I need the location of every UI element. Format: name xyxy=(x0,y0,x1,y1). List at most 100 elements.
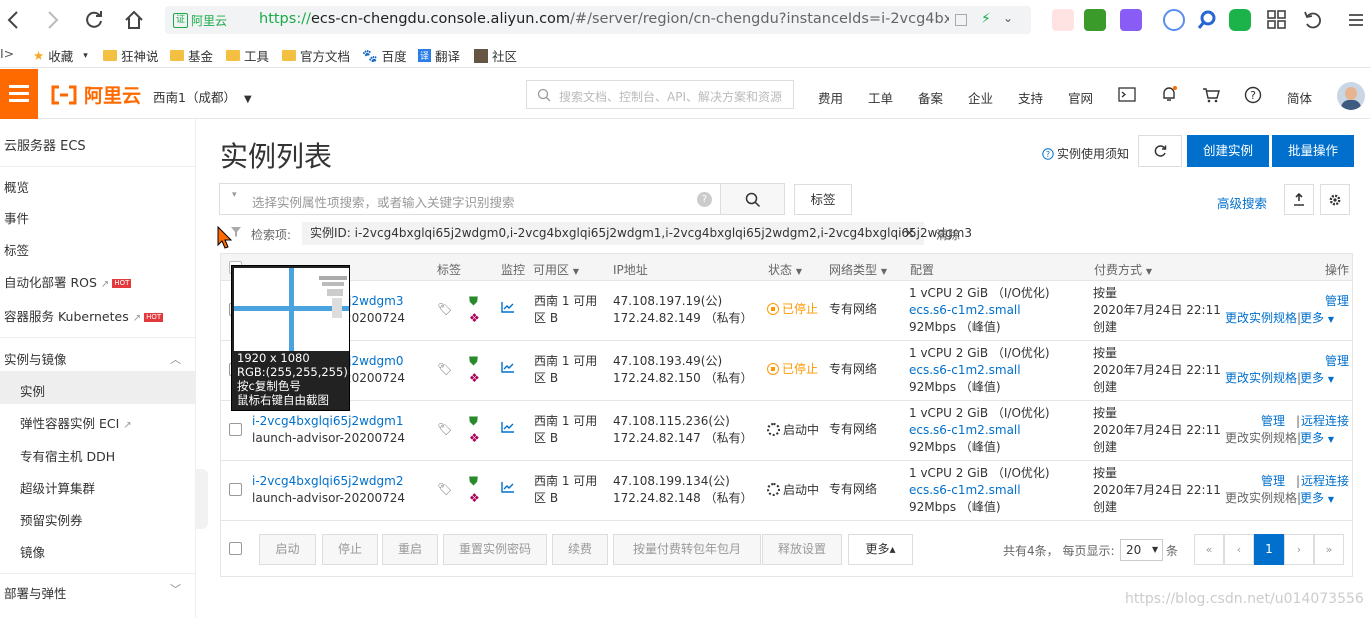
tag-icon[interactable]: 🏷 xyxy=(437,301,452,318)
sidebar-item-instances[interactable]: 实例 xyxy=(20,381,45,400)
more-actions-dropdown[interactable]: 更多 ▼ xyxy=(1300,430,1334,448)
bookmark-baidu[interactable]: 🐾 百度 xyxy=(362,46,407,65)
bookmark-folder-1[interactable]: 狂神说 xyxy=(103,46,159,65)
chevron-down-icon[interactable]: ⌄ xyxy=(1003,11,1013,25)
more-actions-dropdown[interactable]: 更多 ▼ xyxy=(1300,310,1334,328)
manage-link[interactable]: 管理 xyxy=(1261,413,1285,430)
page-size-select[interactable]: 20 ▼ xyxy=(1120,539,1163,561)
row-checkbox[interactable] xyxy=(229,423,242,436)
terminal-icon[interactable] xyxy=(1118,87,1136,102)
instance-type-link[interactable]: ecs.s6-c1m2.small xyxy=(909,302,1021,319)
shield-icon[interactable]: ⛊ xyxy=(469,413,478,430)
notification-bell-icon[interactable] xyxy=(1160,85,1178,103)
instance-type-link[interactable]: ecs.s6-c1m2.small xyxy=(909,422,1021,439)
manage-link[interactable]: 管理 xyxy=(1325,353,1349,370)
nav-icp[interactable]: 备案 xyxy=(918,88,943,107)
instance-id-link[interactable]: i-2vcg4bxglqi65j2wdgm2 xyxy=(252,473,403,490)
change-spec-link[interactable]: 更改实例规格 xyxy=(1225,310,1297,327)
sidebar-item-tags[interactable]: 标签 xyxy=(4,240,29,259)
menu-icon[interactable] xyxy=(1345,9,1367,31)
sidebar-group-deployment[interactable]: 部署与弹性 xyxy=(4,583,67,602)
batch-actions-button[interactable]: 批量操作 xyxy=(1272,135,1354,167)
nav-website[interactable]: 官网 xyxy=(1068,88,1093,107)
sidebar-item-ros[interactable]: 自动化部署 ROS ↗ HOT xyxy=(4,272,132,291)
site-certificate[interactable]: 证 阿里云 xyxy=(173,12,227,28)
sidebar-item-eci[interactable]: 弹性容器实例 ECI ↗ xyxy=(20,413,132,432)
advanced-search-link[interactable]: 高级搜索 xyxy=(1217,193,1267,212)
lightning-icon[interactable]: ⚡ xyxy=(981,11,991,27)
extension-v-icon[interactable] xyxy=(1084,9,1106,31)
close-icon[interactable]: × xyxy=(904,222,915,245)
column-header-status[interactable]: 状态 ▼ xyxy=(768,261,802,278)
row-checkbox[interactable] xyxy=(229,483,242,496)
more-actions-dropdown[interactable]: 更多 ▼ xyxy=(1300,370,1334,388)
release-settings-button[interactable]: 释放设置 xyxy=(762,534,842,565)
url-text[interactable]: https://ecs-cn-chengdu.console.aliyun.co… xyxy=(259,11,949,27)
manage-link[interactable]: 管理 xyxy=(1325,293,1349,310)
shield-icon[interactable]: ⛊ xyxy=(469,473,478,490)
nav-tickets[interactable]: 工单 xyxy=(868,88,893,107)
convert-billing-button[interactable]: 按量付费转包年包月 xyxy=(613,534,761,565)
plugin-icon[interactable]: ❖ xyxy=(469,370,480,387)
change-spec-link[interactable]: 更改实例规格 xyxy=(1225,370,1297,387)
back-icon[interactable] xyxy=(2,8,26,32)
next-page-button[interactable]: › xyxy=(1284,534,1314,565)
global-search-input[interactable]: 搜索文档、控制台、API、解决方案和资源 xyxy=(526,80,794,109)
filter-help-icon[interactable]: ? xyxy=(697,192,712,207)
instance-type-link[interactable]: ecs.s6-c1m2.small xyxy=(909,362,1021,379)
sidebar-item-ddh[interactable]: 专有宿主机 DDH xyxy=(20,446,115,465)
tag-icon[interactable]: 🏷 xyxy=(437,361,452,378)
change-spec-link[interactable]: 更改实例规格 xyxy=(1225,430,1297,447)
region-selector[interactable]: 西南1（成都） ▼ xyxy=(153,87,252,106)
nav-language[interactable]: 简体 xyxy=(1287,88,1312,107)
bookmark-folder-3[interactable]: 工具 xyxy=(226,46,269,65)
bookmarks-toggle-icon[interactable]: I> xyxy=(0,46,14,61)
bookmark-community[interactable]: 社区 xyxy=(474,46,517,65)
sidebar-item-events[interactable]: 事件 xyxy=(4,208,29,227)
home-icon[interactable] xyxy=(122,8,146,32)
manage-link[interactable]: 管理 xyxy=(1261,473,1285,490)
start-button[interactable]: 启动 xyxy=(259,534,316,565)
plugin-icon[interactable]: ❖ xyxy=(469,310,480,327)
help-icon[interactable]: ? xyxy=(1244,86,1262,104)
stop-button[interactable]: 停止 xyxy=(322,534,378,565)
sidebar-collapse-handle[interactable] xyxy=(196,469,208,529)
remote-connect-link[interactable]: 远程连接 xyxy=(1301,473,1349,490)
apps-grid-icon[interactable] xyxy=(1266,9,1288,31)
refresh-button[interactable] xyxy=(1138,135,1182,167)
sidebar-item-overview[interactable]: 概览 xyxy=(4,177,29,196)
forward-icon[interactable] xyxy=(40,8,64,32)
plugin-icon[interactable]: ❖ xyxy=(469,430,480,447)
monitor-chart-icon[interactable] xyxy=(501,361,515,373)
instance-type-link[interactable]: ecs.s6-c1m2.small xyxy=(909,482,1021,499)
extension-green-icon[interactable] xyxy=(1229,9,1251,31)
cart-icon[interactable] xyxy=(1202,87,1220,103)
qr-icon[interactable] xyxy=(955,14,967,26)
extension-mail-icon[interactable] xyxy=(1052,9,1074,31)
column-header-billing[interactable]: 付费方式 ▼ xyxy=(1094,261,1152,278)
more-actions-dropdown[interactable]: 更多 ▼ xyxy=(1300,490,1334,508)
bookmark-favorites[interactable]: ★ 收藏 ▾ xyxy=(33,46,88,65)
bookmark-folder-2[interactable]: 基金 xyxy=(170,46,213,65)
remote-connect-link[interactable]: 远程连接 xyxy=(1301,413,1349,430)
nav-enterprise[interactable]: 企业 xyxy=(968,88,993,107)
tag-icon[interactable]: 🏷 xyxy=(437,421,452,438)
search-extension-icon[interactable] xyxy=(1196,9,1218,31)
clear-conditions-link[interactable]: 清除 xyxy=(936,226,960,243)
plugin-icon[interactable]: ❖ xyxy=(469,490,480,507)
nav-support[interactable]: 支持 xyxy=(1018,88,1043,107)
filter-input[interactable]: ▾ 选择实例属性项搜索，或者输入关键字识别搜索 ? xyxy=(219,183,721,215)
shield-icon[interactable]: ⛊ xyxy=(469,293,478,310)
reload-icon[interactable] xyxy=(82,8,106,32)
sidebar-item-scc[interactable]: 超级计算集群 xyxy=(20,478,95,497)
instance-id-link[interactable]: i-2vcg4bxglqi65j2wdgm1 xyxy=(252,413,403,430)
bookmark-translate[interactable]: 译翻译 xyxy=(418,46,460,65)
undo-icon[interactable] xyxy=(1302,9,1324,31)
sidebar-item-reserved[interactable]: 预留实例券 xyxy=(20,510,83,529)
monitor-chart-icon[interactable] xyxy=(501,481,515,493)
chevron-down-icon[interactable]: ﹀ xyxy=(170,581,181,597)
footer-select-all-checkbox[interactable] xyxy=(229,542,242,555)
reset-password-button[interactable]: 重置实例密码 xyxy=(443,534,547,565)
last-page-button[interactable]: » xyxy=(1314,534,1344,565)
prev-page-button[interactable]: ‹ xyxy=(1224,534,1254,565)
